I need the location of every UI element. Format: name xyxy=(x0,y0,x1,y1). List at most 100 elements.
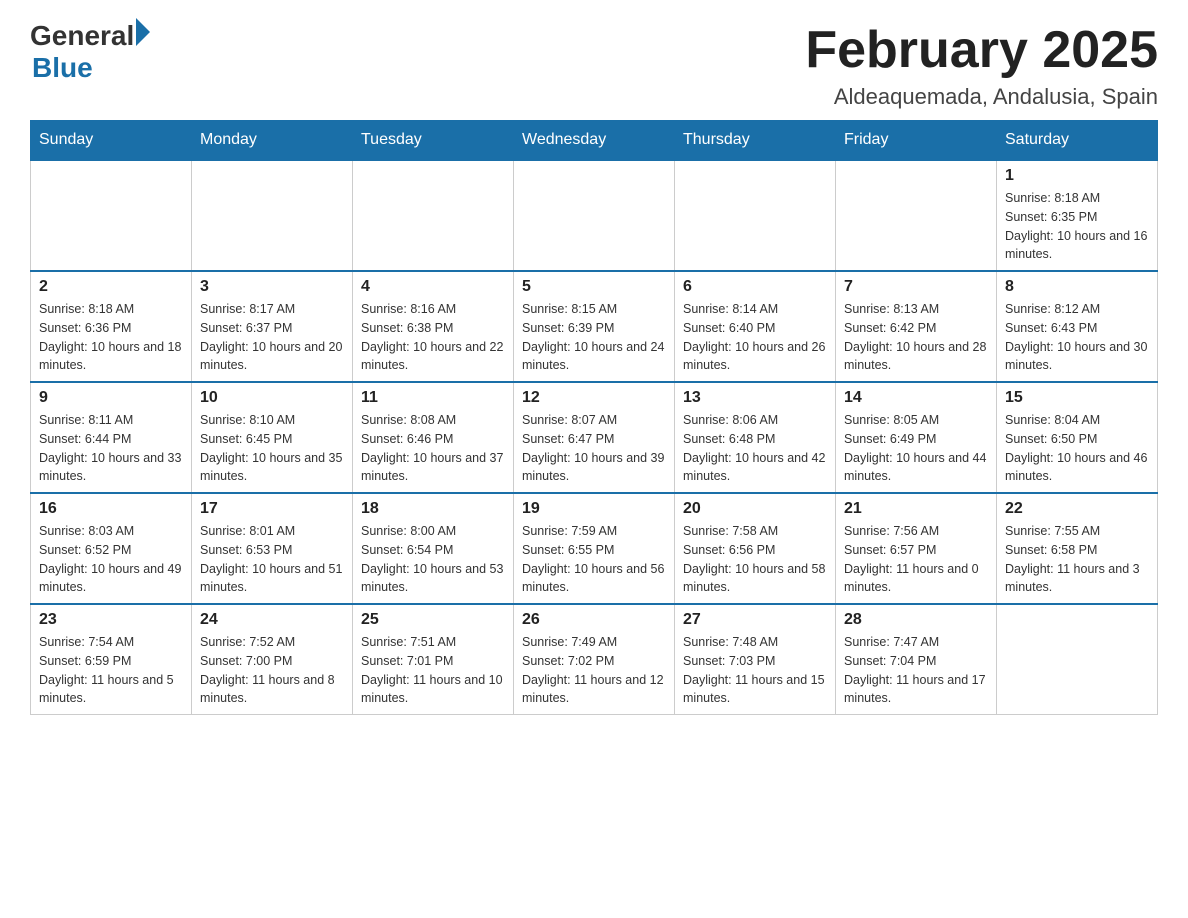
calendar-cell: 9 Sunrise: 8:11 AMSunset: 6:44 PMDaylight… xyxy=(31,382,192,493)
day-info: Sunrise: 8:04 AMSunset: 6:50 PMDaylight:… xyxy=(1005,411,1149,486)
day-number: 28 xyxy=(844,611,988,629)
day-info: Sunrise: 8:05 AMSunset: 6:49 PMDaylight:… xyxy=(844,411,988,486)
day-info: Sunrise: 7:54 AMSunset: 6:59 PMDaylight:… xyxy=(39,633,183,708)
calendar-cell: 8Sunrise: 8:12 AMSunset: 6:43 PMDaylight… xyxy=(997,271,1158,382)
calendar-cell xyxy=(675,160,836,271)
logo: General Blue xyxy=(30,20,150,84)
day-info: Sunrise: 7:49 AMSunset: 7:02 PMDaylight:… xyxy=(522,633,666,708)
day-info: Sunrise: 8:07 AMSunset: 6:47 PMDaylight:… xyxy=(522,411,666,486)
calendar-cell: 10 Sunrise: 8:10 AMSunset: 6:45 PMDayligh… xyxy=(192,382,353,493)
day-number: 21 xyxy=(844,500,988,518)
calendar-cell: 2 Sunrise: 8:18 AMSunset: 6:36 PMDaylight… xyxy=(31,271,192,382)
calendar-cell: 19 Sunrise: 7:59 AMSunset: 6:55 PMDayligh… xyxy=(514,493,675,604)
day-info: Sunrise: 8:10 AMSunset: 6:45 PMDaylight:… xyxy=(200,411,344,486)
day-info: Sunrise: 7:55 AMSunset: 6:58 PMDaylight:… xyxy=(1005,522,1149,597)
logo-arrow-icon xyxy=(136,18,150,46)
day-number: 9 xyxy=(39,389,183,407)
day-number: 22 xyxy=(1005,500,1149,518)
calendar-cell: 26 Sunrise: 7:49 AMSunset: 7:02 PMDayligh… xyxy=(514,604,675,715)
day-number: 17 xyxy=(200,500,344,518)
day-number: 5 xyxy=(522,278,666,296)
day-info: Sunrise: 7:47 AMSunset: 7:04 PMDaylight:… xyxy=(844,633,988,708)
day-info: Sunrise: 8:06 AMSunset: 6:48 PMDaylight:… xyxy=(683,411,827,486)
day-number: 3 xyxy=(200,278,344,296)
day-info: Sunrise: 8:14 AMSunset: 6:40 PMDaylight:… xyxy=(683,300,827,375)
day-number: 27 xyxy=(683,611,827,629)
weekday-header-row: SundayMondayTuesdayWednesdayThursdayFrid… xyxy=(31,121,1158,161)
day-number: 18 xyxy=(361,500,505,518)
calendar-cell: 21Sunrise: 7:56 AMSunset: 6:57 PMDayligh… xyxy=(836,493,997,604)
day-number: 6 xyxy=(683,278,827,296)
day-info: Sunrise: 8:18 AMSunset: 6:36 PMDaylight:… xyxy=(39,300,183,375)
calendar-cell: 22 Sunrise: 7:55 AMSunset: 6:58 PMDayligh… xyxy=(997,493,1158,604)
day-info: Sunrise: 8:03 AMSunset: 6:52 PMDaylight:… xyxy=(39,522,183,597)
calendar-cell: 24Sunrise: 7:52 AMSunset: 7:00 PMDayligh… xyxy=(192,604,353,715)
calendar-cell: 6 Sunrise: 8:14 AMSunset: 6:40 PMDaylight… xyxy=(675,271,836,382)
calendar-week-row: 1 Sunrise: 8:18 AMSunset: 6:35 PMDaylight… xyxy=(31,160,1158,271)
day-info: Sunrise: 8:17 AMSunset: 6:37 PMDaylight:… xyxy=(200,300,344,375)
calendar-cell: 16 Sunrise: 8:03 AMSunset: 6:52 PMDayligh… xyxy=(31,493,192,604)
calendar-table: SundayMondayTuesdayWednesdayThursdayFrid… xyxy=(30,120,1158,715)
calendar-cell: 3 Sunrise: 8:17 AMSunset: 6:37 PMDaylight… xyxy=(192,271,353,382)
calendar-week-row: 16 Sunrise: 8:03 AMSunset: 6:52 PMDayligh… xyxy=(31,493,1158,604)
day-number: 19 xyxy=(522,500,666,518)
weekday-header-friday: Friday xyxy=(836,121,997,161)
day-number: 14 xyxy=(844,389,988,407)
calendar-cell: 11Sunrise: 8:08 AMSunset: 6:46 PMDayligh… xyxy=(353,382,514,493)
day-info: Sunrise: 8:15 AMSunset: 6:39 PMDaylight:… xyxy=(522,300,666,375)
calendar-cell xyxy=(836,160,997,271)
calendar-cell xyxy=(353,160,514,271)
title-section: February 2025 Aldeaquemada, Andalusia, S… xyxy=(805,20,1158,110)
day-number: 2 xyxy=(39,278,183,296)
calendar-cell: 13 Sunrise: 8:06 AMSunset: 6:48 PMDayligh… xyxy=(675,382,836,493)
day-number: 25 xyxy=(361,611,505,629)
day-number: 10 xyxy=(200,389,344,407)
weekday-header-saturday: Saturday xyxy=(997,121,1158,161)
weekday-header-thursday: Thursday xyxy=(675,121,836,161)
day-number: 23 xyxy=(39,611,183,629)
day-info: Sunrise: 8:11 AMSunset: 6:44 PMDaylight:… xyxy=(39,411,183,486)
day-number: 7 xyxy=(844,278,988,296)
day-number: 26 xyxy=(522,611,666,629)
day-number: 4 xyxy=(361,278,505,296)
day-info: Sunrise: 7:48 AMSunset: 7:03 PMDaylight:… xyxy=(683,633,827,708)
calendar-cell xyxy=(514,160,675,271)
calendar-cell: 25 Sunrise: 7:51 AMSunset: 7:01 PMDayligh… xyxy=(353,604,514,715)
logo-general-text: General xyxy=(30,20,134,52)
day-number: 13 xyxy=(683,389,827,407)
day-info: Sunrise: 7:51 AMSunset: 7:01 PMDaylight:… xyxy=(361,633,505,708)
day-info: Sunrise: 8:18 AMSunset: 6:35 PMDaylight:… xyxy=(1005,189,1149,264)
calendar-cell: 20Sunrise: 7:58 AMSunset: 6:56 PMDayligh… xyxy=(675,493,836,604)
day-number: 1 xyxy=(1005,167,1149,185)
weekday-header-wednesday: Wednesday xyxy=(514,121,675,161)
calendar-cell: 1 Sunrise: 8:18 AMSunset: 6:35 PMDaylight… xyxy=(997,160,1158,271)
day-info: Sunrise: 7:59 AMSunset: 6:55 PMDaylight:… xyxy=(522,522,666,597)
calendar-cell: 4 Sunrise: 8:16 AMSunset: 6:38 PMDaylight… xyxy=(353,271,514,382)
location-text: Aldeaquemada, Andalusia, Spain xyxy=(805,84,1158,110)
day-number: 12 xyxy=(522,389,666,407)
calendar-cell: 5 Sunrise: 8:15 AMSunset: 6:39 PMDaylight… xyxy=(514,271,675,382)
day-info: Sunrise: 8:00 AMSunset: 6:54 PMDaylight:… xyxy=(361,522,505,597)
calendar-cell: 28 Sunrise: 7:47 AMSunset: 7:04 PMDayligh… xyxy=(836,604,997,715)
weekday-header-tuesday: Tuesday xyxy=(353,121,514,161)
calendar-week-row: 9 Sunrise: 8:11 AMSunset: 6:44 PMDaylight… xyxy=(31,382,1158,493)
calendar-cell xyxy=(997,604,1158,715)
calendar-cell: 14 Sunrise: 8:05 AMSunset: 6:49 PMDayligh… xyxy=(836,382,997,493)
calendar-cell: 18 Sunrise: 8:00 AMSunset: 6:54 PMDayligh… xyxy=(353,493,514,604)
day-info: Sunrise: 8:13 AMSunset: 6:42 PMDaylight:… xyxy=(844,300,988,375)
logo-blue-text: Blue xyxy=(32,52,93,84)
calendar-cell: 12 Sunrise: 8:07 AMSunset: 6:47 PMDayligh… xyxy=(514,382,675,493)
month-title: February 2025 xyxy=(805,20,1158,80)
page-header: General Blue February 2025 Aldeaquemada,… xyxy=(30,20,1158,110)
day-info: Sunrise: 8:08 AMSunset: 6:46 PMDaylight:… xyxy=(361,411,505,486)
calendar-cell: 7 Sunrise: 8:13 AMSunset: 6:42 PMDaylight… xyxy=(836,271,997,382)
day-number: 20 xyxy=(683,500,827,518)
day-info: Sunrise: 8:16 AMSunset: 6:38 PMDaylight:… xyxy=(361,300,505,375)
day-info: Sunrise: 8:12 AMSunset: 6:43 PMDaylight:… xyxy=(1005,300,1149,375)
day-number: 16 xyxy=(39,500,183,518)
day-info: Sunrise: 7:52 AMSunset: 7:00 PMDaylight:… xyxy=(200,633,344,708)
day-info: Sunrise: 8:01 AMSunset: 6:53 PMDaylight:… xyxy=(200,522,344,597)
calendar-week-row: 2 Sunrise: 8:18 AMSunset: 6:36 PMDaylight… xyxy=(31,271,1158,382)
calendar-cell: 23 Sunrise: 7:54 AMSunset: 6:59 PMDayligh… xyxy=(31,604,192,715)
calendar-week-row: 23 Sunrise: 7:54 AMSunset: 6:59 PMDayligh… xyxy=(31,604,1158,715)
